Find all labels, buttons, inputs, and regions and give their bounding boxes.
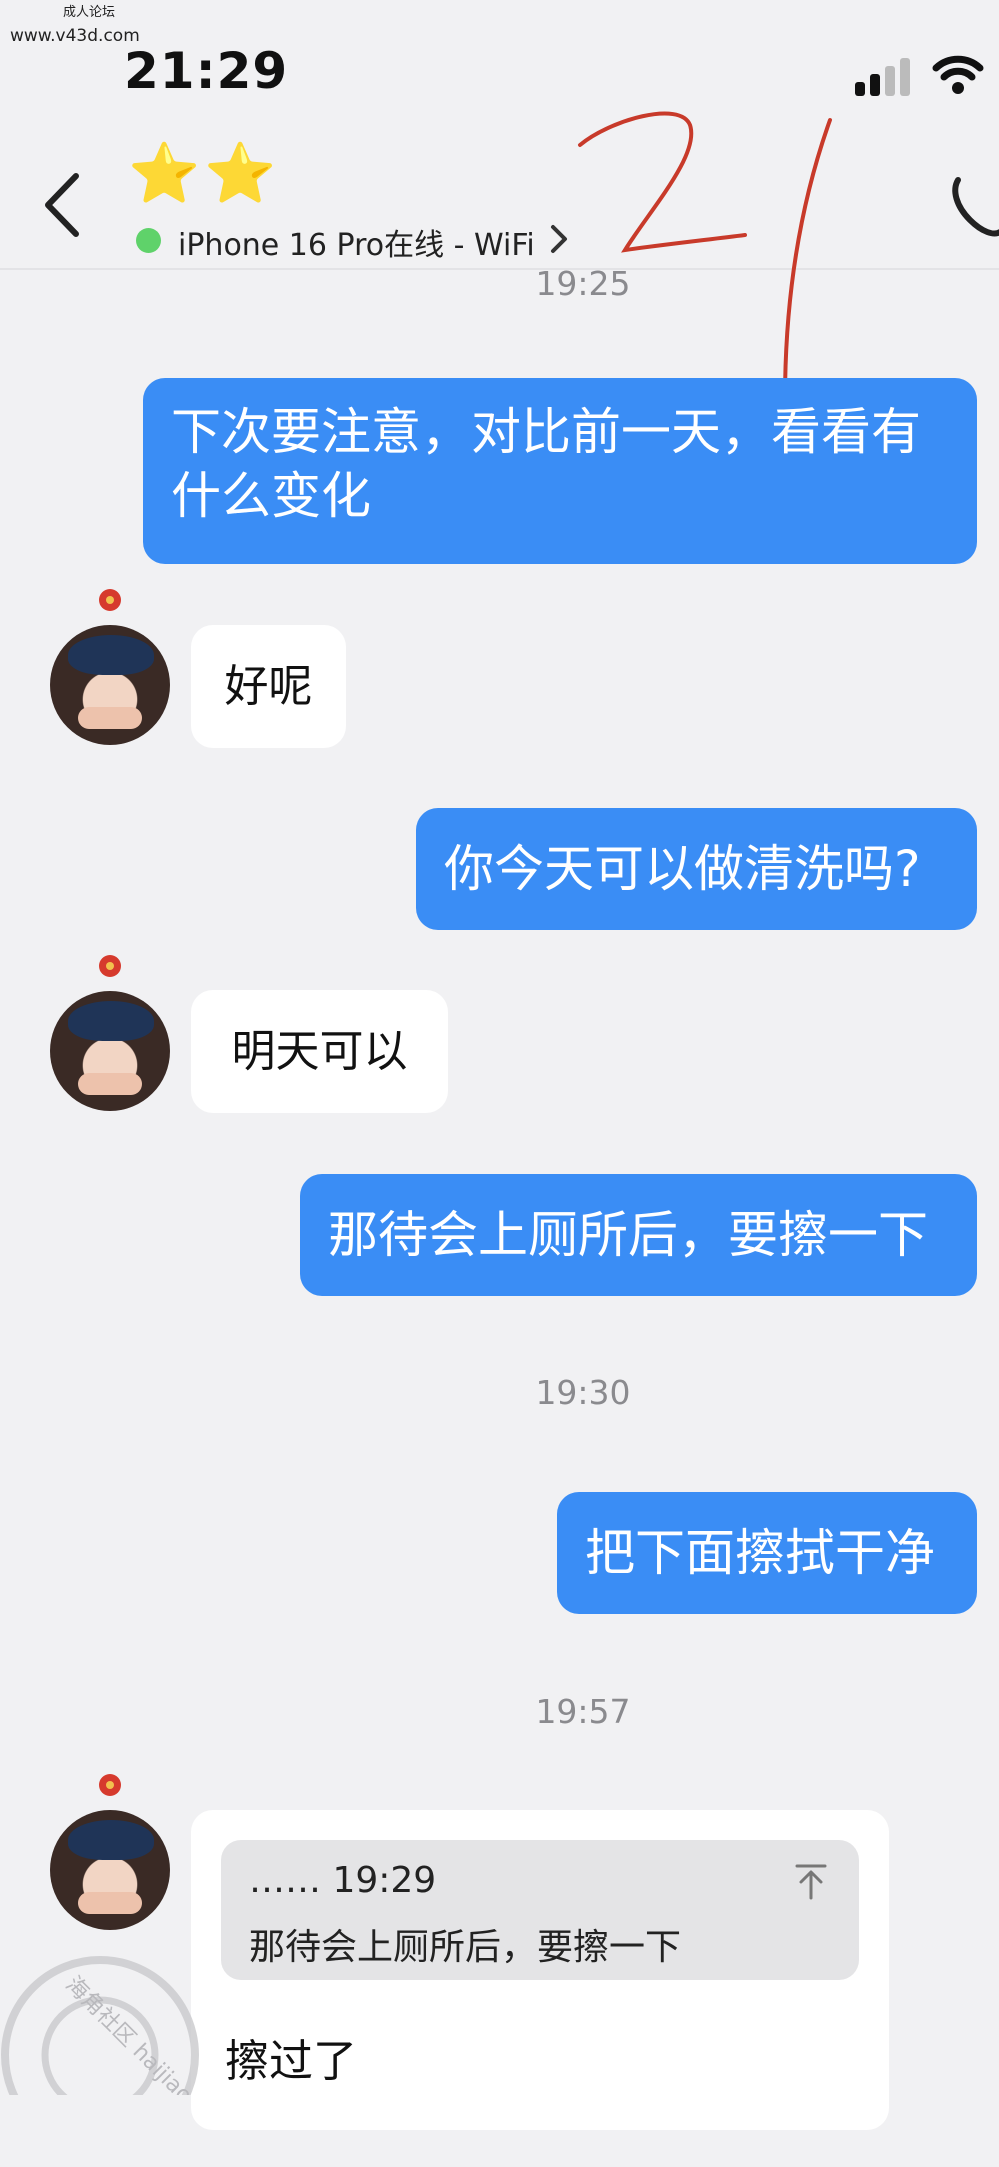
back-button[interactable] [40,170,84,240]
contact-name[interactable]: ⭐⭐ [128,140,280,206]
site-url: www.v43d.com [10,26,140,46]
received-message-bubble[interactable]: 明天可以 [191,990,448,1113]
scroll-to-top-icon[interactable] [793,1862,829,1902]
quote-text: 那待会上厕所后，要擦一下 [249,1927,682,1968]
flower-icon [99,1774,121,1796]
timestamp: 19:57 [535,1692,631,1731]
message-text: 擦过了 [225,2036,357,2087]
contact-avatar[interactable] [50,951,170,1111]
sent-message-bubble[interactable]: 把下面擦拭干净 [557,1492,977,1614]
device-status[interactable]: iPhone 16 Pro在线 - WiFi [178,220,535,264]
quote-meta: …… 19:29 [249,1860,437,1901]
contact-avatar[interactable] [50,585,170,745]
cellular-signal-icon [855,58,910,96]
handwritten-annotation: 21 [578,111,832,402]
status-time: 21:29 [124,42,289,100]
timestamp: 19:30 [535,1373,631,1412]
sent-message-bubble[interactable]: 下次要注意，对比前一天，看看有 什么变化 [143,378,977,564]
sent-message-bubble[interactable]: 那待会上厕所后，要擦一下 [300,1174,977,1296]
received-message-bubble[interactable]: 好呢 [191,625,346,748]
watermark-logo: 海角社区 haijiao.com [1,1956,210,2095]
phone-call-icon[interactable] [948,170,999,240]
message-text: 什么变化 [171,467,371,525]
site-tag: 成人论坛 [62,5,115,20]
message-text: 下次要注意，对比前一天，看看有 [171,403,921,461]
timestamp: 19:25 [535,264,631,303]
flower-icon [99,589,121,611]
chevron-right-icon[interactable] [548,222,570,256]
online-status-dot [136,228,161,253]
sent-message-bubble[interactable]: 你今天可以做清洗吗? [416,808,977,930]
received-message-bubble[interactable]: …… 19:29 那待会上厕所后，要擦一下 擦过了 [191,1810,889,2130]
svg-text:海角社区 haijiao.com: 海角社区 haijiao.com [60,1972,210,2095]
flower-icon [99,955,121,977]
contact-avatar[interactable] [50,1770,170,1930]
wifi-icon [932,55,984,94]
quoted-message[interactable]: …… 19:29 那待会上厕所后，要擦一下 [221,1840,859,1980]
